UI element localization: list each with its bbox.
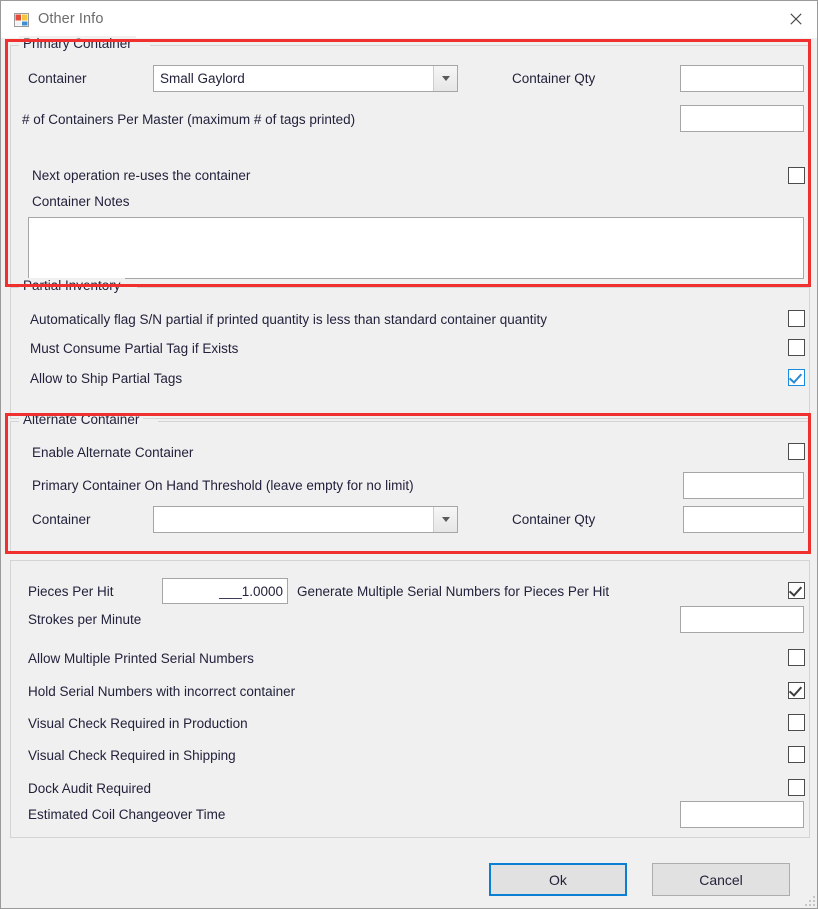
pieces-per-hit-input[interactable] [162,578,288,604]
close-icon[interactable] [773,1,817,37]
coil-changeover-input[interactable] [680,801,804,828]
partial-row-label-0: Automatically flag S/N partial if printe… [30,312,548,327]
alternate-container-group: Alternate Container Enable Alternate Con… [10,412,810,552]
visual-check-production-checkbox[interactable] [788,714,805,731]
primary-threshold-input[interactable] [683,472,804,499]
resize-grip[interactable] [802,893,815,906]
generate-multiple-serials-label: Generate Multiple Serial Numbers for Pie… [297,584,610,599]
container-dropdown[interactable]: Small Gaylord [153,65,458,92]
visual-check-shipping-checkbox[interactable] [788,746,805,763]
auto-flag-partial-checkbox[interactable] [788,310,805,327]
strokes-per-minute-label: Strokes per Minute [28,612,142,627]
partial-row-label-2: Allow to Ship Partial Tags [30,371,183,386]
dock-audit-checkbox[interactable] [788,779,805,796]
partial-inventory-legend: Partial Inventory [19,278,125,293]
visual-check-shipping-label: Visual Check Required in Shipping [28,748,236,763]
hold-serial-numbers-label: Hold Serial Numbers with incorrect conta… [28,684,296,699]
misc-options-group: Pieces Per Hit Generate Multiple Serial … [10,560,810,838]
partial-inventory-group: Partial Inventory Automatically flag S/N… [10,278,810,419]
alternate-container-label: Container [32,512,91,527]
containers-per-master-input[interactable] [680,105,804,132]
form-icon [14,12,30,28]
allow-multiple-printed-serials-checkbox[interactable] [788,649,805,666]
allow-multiple-printed-serials-label: Allow Multiple Printed Serial Numbers [28,651,254,666]
alternate-container-dropdown[interactable] [153,506,458,533]
alternate-container-legend: Alternate Container [19,412,144,427]
client-area: Primary Container Container Small Gaylor… [2,36,817,908]
visual-check-production-label: Visual Check Required in Production [28,716,248,731]
hold-serial-numbers-checkbox[interactable] [788,682,805,699]
dock-audit-label: Dock Audit Required [28,781,152,796]
must-consume-partial-tag-checkbox[interactable] [788,339,805,356]
primary-container-legend: Primary Container [19,36,136,51]
containers-per-master-label: # of Containers Per Master (maximum # of… [22,112,356,127]
primary-threshold-label: Primary Container On Hand Threshold (lea… [32,478,414,493]
chevron-down-icon[interactable] [433,66,457,91]
strokes-per-minute-input[interactable] [680,606,804,633]
reuse-container-checkbox[interactable] [788,167,805,184]
primary-container-group: Primary Container Container Small Gaylor… [10,36,810,285]
container-qty-label: Container Qty [512,71,596,86]
allow-ship-partial-tags-checkbox[interactable] [788,369,805,386]
container-notes-label: Container Notes [32,194,130,209]
container-dropdown-value: Small Gaylord [160,71,245,86]
partial-row-label-1: Must Consume Partial Tag if Exists [30,341,239,356]
ok-button[interactable]: Ok [489,863,627,896]
pieces-per-hit-label: Pieces Per Hit [28,584,114,599]
title-bar: Other Info [1,1,817,38]
reuse-container-label: Next operation re-uses the container [32,168,251,183]
alternate-container-qty-label: Container Qty [512,512,596,527]
container-label: Container [28,71,87,86]
coil-changeover-label: Estimated Coil Changeover Time [28,807,226,822]
enable-alternate-container-checkbox[interactable] [788,443,805,460]
other-info-window: Other Info Primary Container Container S… [0,0,818,909]
container-notes-input[interactable] [28,217,804,279]
cancel-button[interactable]: Cancel [652,863,790,896]
generate-multiple-serials-checkbox[interactable] [788,582,805,599]
enable-alternate-container-label: Enable Alternate Container [32,445,194,460]
chevron-down-icon[interactable] [433,507,457,532]
container-qty-input[interactable] [680,65,804,92]
alternate-container-qty-input[interactable] [683,506,804,533]
window-title: Other Info [38,11,104,27]
